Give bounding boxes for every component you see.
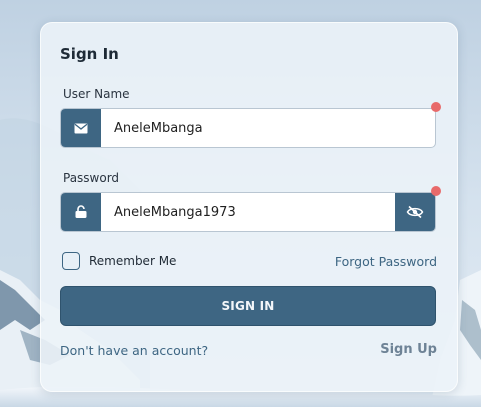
username-field: [60, 102, 441, 148]
remember-me-checkbox[interactable]: [62, 252, 80, 270]
required-indicator: [431, 186, 441, 196]
forgot-password-link[interactable]: Forgot Password: [335, 254, 437, 269]
sign-up-link[interactable]: Sign Up: [380, 342, 437, 357]
no-account-text: Don't have an account?: [60, 343, 209, 358]
password-field: [60, 186, 441, 232]
sign-in-title: Sign In: [60, 45, 119, 63]
sign-in-card: Sign In User Name Password: [40, 22, 458, 392]
username-input[interactable]: [101, 109, 435, 147]
username-label: User Name: [63, 87, 130, 101]
remember-me[interactable]: Remember Me: [62, 252, 176, 270]
password-label: Password: [63, 171, 120, 185]
required-indicator: [431, 102, 441, 112]
sign-in-button[interactable]: SIGN IN: [60, 286, 436, 326]
mail-icon: [61, 109, 101, 147]
eye-off-icon[interactable]: [395, 193, 435, 231]
unlock-icon: [61, 193, 101, 231]
remember-me-label: Remember Me: [89, 254, 177, 268]
password-input[interactable]: [101, 193, 395, 231]
